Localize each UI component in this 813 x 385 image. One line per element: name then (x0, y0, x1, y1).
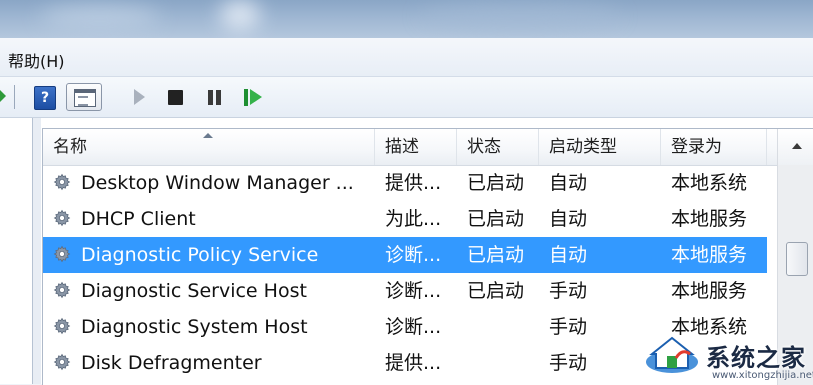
column-header-logon-as[interactable]: 登录为 (661, 129, 767, 165)
service-gear-icon (53, 353, 71, 371)
properties-icon (74, 89, 96, 107)
menu-bar: 帮助(H) (0, 38, 813, 77)
service-status-cell: 已启动 (467, 244, 525, 266)
toolbar: ? (0, 77, 813, 118)
scroll-up-icon[interactable] (778, 129, 813, 165)
console-tree-pane[interactable] (0, 118, 33, 384)
service-row[interactable]: Diagnostic Policy Service 诊断... 已启动 自动 本地服务 (43, 237, 767, 273)
service-row[interactable]: Diagnostic Service Host 诊断... 已启动 手动 本地服务 (43, 273, 767, 309)
pane-splitter[interactable] (33, 118, 41, 384)
service-row[interactable]: DHCP Client 为此... 已启动 自动 本地服务 (43, 201, 767, 237)
service-gear-icon (53, 317, 71, 335)
watermark-url: www.xitongzhijia.net (712, 370, 813, 381)
properties-button[interactable] (66, 83, 102, 111)
service-status-cell: 已启动 (467, 280, 525, 302)
service-logon-as-cell: 本地服务 (671, 244, 748, 266)
service-status-cell (467, 345, 539, 381)
column-header-row: 名称 描述 状态 启动类型 登录为 (43, 129, 777, 166)
service-startup-type-cell: 手动 (549, 280, 588, 302)
column-header-name-label: 名称 (53, 137, 87, 157)
service-startup-type-cell: 自动 (549, 208, 588, 230)
house-logo-icon (646, 336, 698, 373)
service-name-cell: Diagnostic Service Host (81, 280, 307, 302)
service-gear-icon (53, 281, 71, 299)
column-header-name[interactable]: 名称 (43, 129, 375, 165)
service-gear-icon (53, 209, 71, 227)
stop-service-icon[interactable] (168, 90, 183, 105)
column-header-status[interactable]: 状态 (457, 129, 539, 165)
column-header-startup-type[interactable]: 启动类型 (539, 129, 661, 165)
window-titlebar (0, 0, 813, 38)
service-logon-as-cell: 本地系统 (671, 172, 748, 194)
toolbar-separator (14, 85, 15, 109)
service-status-cell: 已启动 (467, 172, 525, 194)
service-name-cell: Diagnostic System Host (81, 316, 308, 338)
menu-help[interactable]: 帮助(H) (6, 46, 67, 74)
service-description-cell: 诊断... (385, 244, 442, 266)
help-icon[interactable]: ? (34, 86, 56, 110)
sort-ascending-icon (203, 133, 213, 138)
start-service-icon[interactable] (134, 89, 145, 105)
glass-highlight (40, 6, 160, 28)
service-status-cell: 已启动 (467, 208, 525, 230)
service-name-cell: Desktop Window Manager ... (81, 172, 354, 194)
service-description-cell: 诊断... (385, 280, 442, 302)
scrollbar-thumb[interactable] (786, 242, 808, 276)
pause-service-icon[interactable] (207, 90, 222, 105)
restart-service-icon[interactable] (244, 89, 264, 106)
service-name-cell: Diagnostic Policy Service (81, 244, 319, 266)
service-name-cell: Disk Defragmenter (81, 352, 262, 374)
service-status-cell (467, 309, 539, 345)
service-gear-icon (53, 173, 71, 191)
glass-highlight (420, 4, 620, 28)
service-name-cell: DHCP Client (81, 208, 196, 230)
service-row[interactable]: Desktop Window Manager ... 提供... 已启动 自动 本地系统 (43, 165, 767, 201)
service-startup-type-cell: 自动 (549, 244, 588, 266)
service-logon-as-cell: 本地服务 (671, 208, 748, 230)
watermark-name: 系统之家 (706, 344, 806, 372)
service-description-cell: 提供... (385, 352, 442, 374)
service-description-cell: 诊断... (385, 316, 442, 338)
watermark: 系统之家 www.xitongzhijia.net (642, 328, 813, 384)
forward-icon[interactable] (0, 90, 6, 102)
service-description-cell: 提供... (385, 172, 442, 194)
service-description-cell: 为此... (385, 208, 442, 230)
service-logon-as-cell: 本地服务 (671, 280, 748, 302)
column-header-description[interactable]: 描述 (375, 129, 457, 165)
service-gear-icon (53, 245, 71, 263)
service-startup-type-cell: 自动 (549, 172, 588, 194)
glass-highlight (220, 0, 260, 30)
